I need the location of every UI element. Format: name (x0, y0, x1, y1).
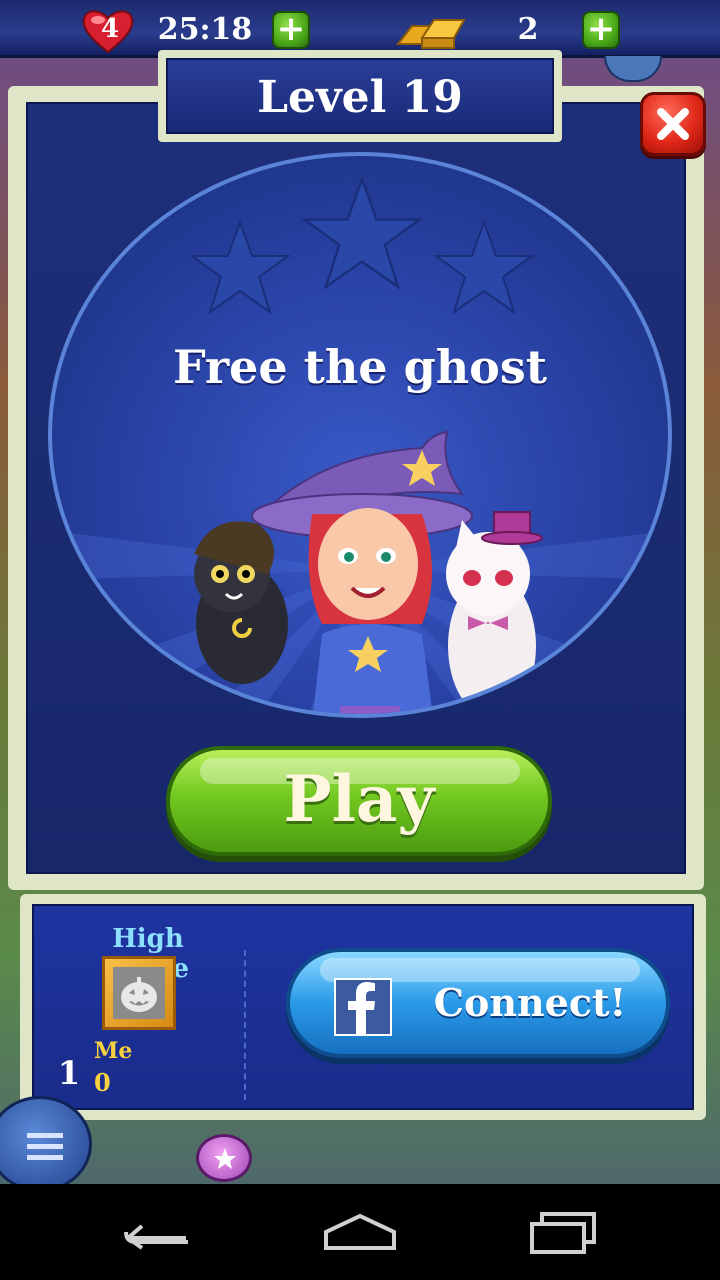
plus-icon: + (586, 9, 616, 49)
level-objective: Free the ghost (172, 340, 548, 394)
add-gold-button[interactable]: + (582, 11, 620, 49)
avatar (102, 956, 176, 1030)
divider (244, 950, 246, 1100)
system-navigation-bar (0, 1184, 720, 1280)
white-cat (446, 511, 543, 714)
player-name: Me (94, 1038, 133, 1064)
lives-timer: 25:18 (157, 12, 253, 47)
close-button[interactable] (640, 92, 706, 156)
connect-button-label: Connect! (433, 980, 627, 1025)
black-cat (194, 521, 288, 684)
gold-count: 2 (517, 12, 539, 47)
map-level-node[interactable] (196, 1134, 252, 1182)
pumpkin-avatar-icon (121, 977, 157, 1012)
level-title-tab: Level 19 (158, 50, 562, 142)
player-score: 0 (94, 1068, 111, 1097)
high-score-panel: High Score 1 Me 0 Connect (20, 894, 706, 1120)
close-icon (657, 108, 689, 140)
gold-bars-icon (395, 19, 466, 49)
lives-count: 4 (100, 14, 120, 44)
facebook-connect-button[interactable]: Connect! (286, 948, 670, 1058)
menu-icon (27, 1133, 63, 1160)
star-icon (434, 218, 534, 315)
star-icon (190, 218, 290, 315)
plus-icon: + (276, 9, 306, 49)
star-icon (214, 1148, 236, 1169)
level-title: Level 19 (257, 72, 463, 123)
play-button[interactable]: Play (166, 746, 552, 856)
map-level-node[interactable] (604, 56, 662, 82)
characters-illustration (194, 430, 543, 714)
recents-icon[interactable] (522, 1208, 602, 1256)
facebook-icon (334, 978, 392, 1036)
play-button-label: Play (283, 762, 435, 837)
back-icon[interactable] (118, 1208, 198, 1256)
star-icon (300, 175, 424, 290)
level-preview-circle: Free the ghost (48, 152, 672, 718)
rank: 1 (57, 1054, 81, 1092)
witch-character (251, 430, 473, 714)
home-icon[interactable] (320, 1208, 400, 1256)
add-lives-button[interactable]: + (272, 11, 310, 49)
